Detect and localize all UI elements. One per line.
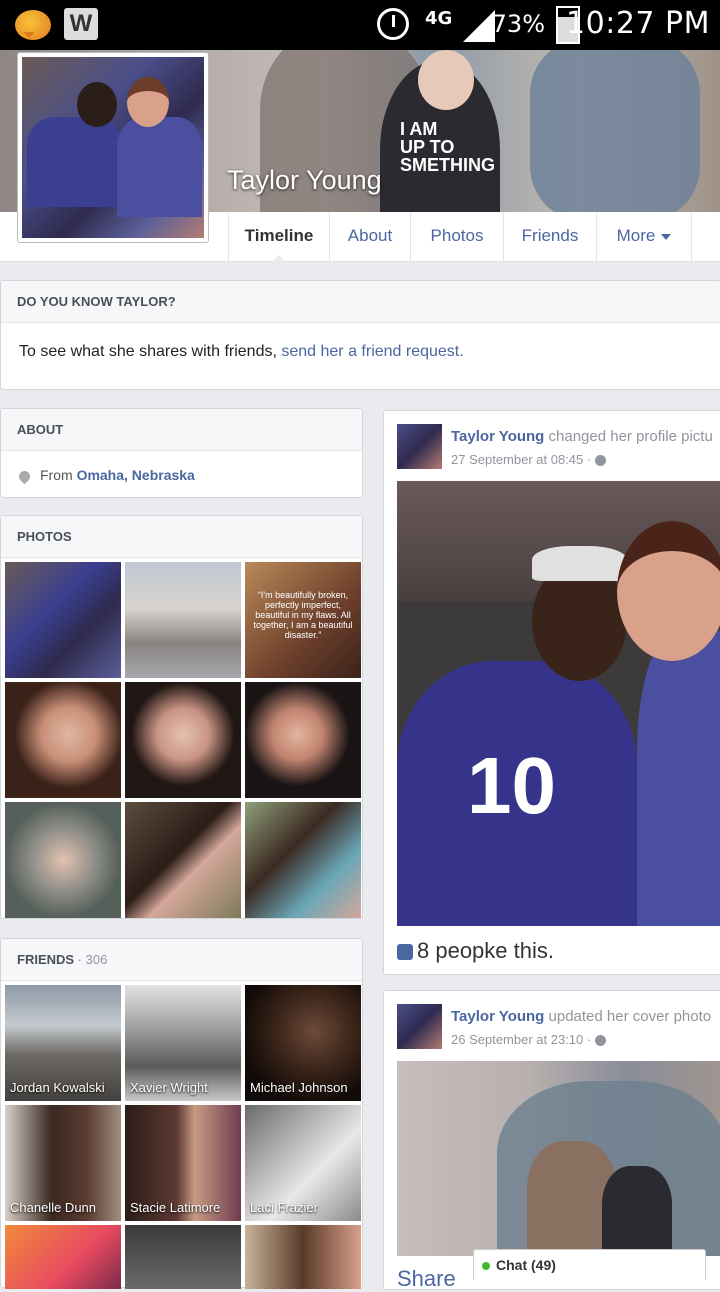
post-date: 27 September at 08:45 · xyxy=(451,452,606,467)
clock: 10:27 PM xyxy=(566,6,710,41)
friend-request-link[interactable]: send her a friend request. xyxy=(281,343,463,360)
post-image[interactable] xyxy=(397,1061,720,1256)
tab-more-label: More xyxy=(616,226,656,245)
post-title: Taylor Young updated her cover photo xyxy=(451,1008,711,1025)
post-date: 26 September at 23:10 · xyxy=(451,1032,606,1047)
status-bar: W 4G 73% 10:27 PM xyxy=(0,0,720,50)
about-hometown: From Omaha, Nebraska xyxy=(1,451,362,499)
friend-tile[interactable]: Stacie Latimore xyxy=(125,1105,241,1221)
photo-thumb[interactable] xyxy=(125,562,241,678)
likes-text: 8 peopke this. xyxy=(417,938,554,963)
do-you-know-card: DO YOU KNOW TAYLOR? To see what she shar… xyxy=(0,280,720,390)
signal-icon xyxy=(463,10,495,42)
photo-thumb[interactable] xyxy=(5,682,121,798)
friend-tile[interactable]: Jordan Kowalski xyxy=(5,985,121,1101)
profile-name: Taylor Young xyxy=(227,165,382,195)
tab-timeline[interactable]: Timeline xyxy=(228,212,329,263)
photo-thumb[interactable] xyxy=(5,562,121,678)
avatar[interactable] xyxy=(397,1004,442,1049)
alarm-icon xyxy=(377,8,409,40)
photo-thumb[interactable] xyxy=(245,802,361,918)
friend-tile[interactable] xyxy=(245,1225,361,1289)
friends-heading: FRIENDS · 306 xyxy=(1,939,362,981)
friend-name: Stacie Latimore xyxy=(130,1200,221,1215)
photos-heading: PHOTOS xyxy=(1,516,362,558)
globe-icon xyxy=(594,455,606,467)
profile-picture[interactable] xyxy=(17,52,209,243)
do-you-know-heading: DO YOU KNOW TAYLOR? xyxy=(1,281,720,323)
chat-bar[interactable]: Chat (49) xyxy=(473,1249,706,1280)
avatar[interactable] xyxy=(397,424,442,469)
globe-icon xyxy=(594,1035,606,1047)
chevron-down-icon xyxy=(661,233,672,240)
feed-post: Taylor Young changed her profile pictu 2… xyxy=(383,410,720,975)
friends-title: FRIENDS xyxy=(17,952,75,967)
about-card: ABOUT From Omaha, Nebraska xyxy=(0,408,363,498)
post-author[interactable]: Taylor Young xyxy=(451,1008,544,1025)
tab-overflow xyxy=(691,212,720,262)
tab-more[interactable]: More xyxy=(596,212,691,262)
friend-name: Chanelle Dunn xyxy=(10,1200,97,1215)
online-dot-icon xyxy=(482,1262,490,1270)
photo-thumb[interactable] xyxy=(125,682,241,798)
friend-name: Jordan Kowalski xyxy=(10,1080,105,1095)
network-indicator: 4G xyxy=(425,8,453,29)
hometown-link[interactable]: Omaha, Nebraska xyxy=(77,467,195,483)
feed-post: Taylor Young updated her cover photo 26 … xyxy=(383,990,720,1292)
friend-tile[interactable]: Chanelle Dunn xyxy=(5,1105,121,1221)
friend-name: Laci Frazier xyxy=(250,1200,318,1215)
do-you-know-body: To see what she shares with friends, sen… xyxy=(1,323,720,381)
tab-photos[interactable]: Photos xyxy=(410,212,503,262)
about-heading: ABOUT xyxy=(1,409,362,451)
post-image[interactable]: 10 xyxy=(397,481,720,926)
friend-tile[interactable]: Laci Frazier xyxy=(245,1105,361,1221)
tab-friends[interactable]: Friends xyxy=(503,212,596,262)
tab-about[interactable]: About xyxy=(329,212,410,262)
friend-name: Michael Johnson xyxy=(250,1080,348,1095)
post-action: changed her profile pictu xyxy=(544,428,713,445)
friends-card: FRIENDS · 306 Jordan Kowalski Xavier Wri… xyxy=(0,938,363,1289)
likes-summary[interactable]: 8 peopke this. xyxy=(397,938,554,964)
location-pin-icon xyxy=(16,468,33,485)
friend-tile[interactable] xyxy=(125,1225,241,1289)
like-icon xyxy=(397,944,413,961)
do-you-know-text: To see what she shares with friends, xyxy=(19,343,282,360)
friend-name: Xavier Wright xyxy=(130,1080,208,1095)
photos-card: PHOTOS “I'm beautifully broken, perfectl… xyxy=(0,515,363,919)
friend-tile[interactable]: Xavier Wright xyxy=(125,985,241,1101)
friend-tile[interactable]: Michael Johnson xyxy=(245,985,361,1101)
post-title: Taylor Young changed her profile pictu xyxy=(451,428,713,445)
photo-thumb[interactable] xyxy=(245,682,361,798)
chat-label: Chat (49) xyxy=(496,1257,556,1273)
quote-text: “I'm beautifully broken, perfectly imper… xyxy=(253,590,353,640)
friend-tile[interactable] xyxy=(5,1225,121,1289)
from-label: From xyxy=(40,467,77,483)
battery-percent: 73% xyxy=(491,10,545,38)
message-app-icon xyxy=(15,10,51,40)
w4-app-icon: W xyxy=(64,8,98,40)
post-action: updated her cover photo xyxy=(544,1008,712,1025)
post-timestamp[interactable]: 26 September at 23:10 · xyxy=(451,1032,591,1047)
post-timestamp[interactable]: 27 September at 08:45 · xyxy=(451,452,591,467)
photo-thumb[interactable] xyxy=(125,802,241,918)
photo-thumb[interactable] xyxy=(5,802,121,918)
share-link[interactable]: Share xyxy=(397,1266,456,1292)
photo-thumb[interactable]: “I'm beautifully broken, perfectly imper… xyxy=(245,562,361,678)
post-author[interactable]: Taylor Young xyxy=(451,428,544,445)
friends-count: · 306 xyxy=(74,952,108,967)
